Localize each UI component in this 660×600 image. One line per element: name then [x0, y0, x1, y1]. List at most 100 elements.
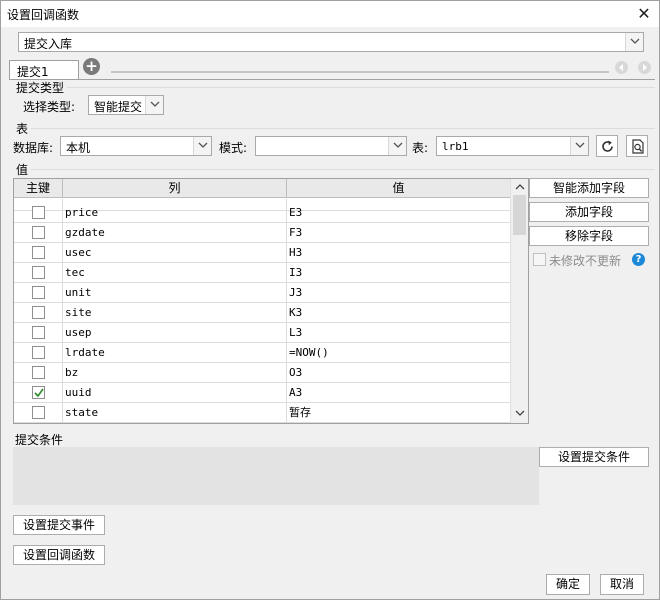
- column-name-cell[interactable]: state: [63, 403, 287, 423]
- column-name-cell[interactable]: tec: [63, 263, 287, 283]
- tab-submit-1[interactable]: 提交1: [9, 60, 79, 80]
- chevron-down-icon[interactable]: [388, 137, 406, 155]
- primary-key-checkbox[interactable]: [32, 366, 45, 379]
- column-value-cell[interactable]: E3: [287, 203, 510, 223]
- no-update-label: 未修改不更新: [549, 254, 622, 268]
- primary-key-checkbox[interactable]: [32, 246, 45, 259]
- table-row[interactable]: price E3: [14, 203, 510, 223]
- primary-key-cell: [14, 203, 63, 223]
- column-value-cell[interactable]: 暂存: [287, 403, 510, 423]
- tab-label: 提交1: [17, 65, 49, 79]
- column-name-cell[interactable]: usep: [63, 323, 287, 343]
- database-select[interactable]: 本机: [60, 136, 212, 156]
- scroll-up-icon[interactable]: [515, 183, 525, 190]
- chevron-down-icon[interactable]: [570, 137, 588, 155]
- column-value-cell[interactable]: O3: [287, 363, 510, 383]
- no-update-checkbox[interactable]: [533, 253, 546, 266]
- add-tab-icon[interactable]: +: [83, 58, 100, 75]
- table-row[interactable]: uuid A3: [14, 383, 510, 403]
- column-value-cell[interactable]: K3: [287, 303, 510, 323]
- submit-type-value: 智能提交: [94, 100, 143, 114]
- column-value-cell[interactable]: F3: [287, 223, 510, 243]
- table-select[interactable]: lrb1: [436, 136, 589, 156]
- set-callback-button[interactable]: 设置回调函数: [13, 545, 105, 565]
- column-header-column[interactable]: 列: [63, 179, 287, 198]
- callback-type-select[interactable]: 提交入库: [18, 32, 644, 52]
- column-header-value[interactable]: 值: [287, 179, 510, 198]
- table-section-label: 表: [16, 122, 29, 136]
- primary-key-checkbox[interactable]: [32, 306, 45, 319]
- submit-type-section-label: 提交类型: [16, 81, 65, 95]
- chevron-down-icon[interactable]: [193, 137, 211, 155]
- primary-key-checkbox[interactable]: [32, 226, 45, 239]
- table-scrollbar[interactable]: [510, 179, 528, 423]
- column-name-cell[interactable]: lrdate: [63, 343, 287, 363]
- column-name-cell[interactable]: bz: [63, 363, 287, 383]
- table-row[interactable]: gzdate F3: [14, 223, 510, 243]
- primary-key-checkbox[interactable]: [32, 266, 45, 279]
- column-name-cell[interactable]: gzdate: [63, 223, 287, 243]
- value-section-label: 值: [16, 163, 29, 177]
- remove-field-button[interactable]: 移除字段: [529, 226, 649, 246]
- column-value-cell[interactable]: =NOW(): [287, 343, 510, 363]
- primary-key-cell: [14, 363, 63, 383]
- table-row[interactable]: usep L3: [14, 323, 510, 343]
- primary-key-cell: [14, 223, 63, 243]
- tab-prev-icon[interactable]: [615, 61, 628, 74]
- submit-type-label: 选择类型:: [23, 100, 76, 114]
- chevron-down-icon[interactable]: [625, 33, 643, 51]
- add-field-button[interactable]: 添加字段: [529, 202, 649, 222]
- table-row[interactable]: usec H3: [14, 243, 510, 263]
- table-row[interactable]: tec I3: [14, 263, 510, 283]
- mode-select[interactable]: [255, 136, 407, 156]
- column-value-cell[interactable]: I3: [287, 263, 510, 283]
- primary-key-cell: [14, 343, 63, 363]
- primary-key-checkbox[interactable]: [32, 326, 45, 339]
- table-row[interactable]: state 暂存: [14, 403, 510, 423]
- column-header-key[interactable]: 主键: [14, 179, 63, 198]
- submit-type-select[interactable]: 智能提交: [88, 95, 164, 115]
- column-name-cell[interactable]: price: [63, 203, 287, 223]
- set-condition-button[interactable]: 设置提交条件: [539, 447, 649, 467]
- primary-key-checkbox[interactable]: [32, 346, 45, 359]
- primary-key-checkbox[interactable]: [32, 286, 45, 299]
- preview-icon[interactable]: [626, 135, 648, 157]
- close-icon[interactable]: ✕: [633, 3, 655, 25]
- column-name-cell[interactable]: unit: [63, 283, 287, 303]
- refresh-icon[interactable]: [596, 135, 618, 157]
- table-header: 主键 列 值: [14, 179, 510, 198]
- scroll-down-icon[interactable]: [515, 410, 525, 417]
- table-row[interactable]: bz O3: [14, 363, 510, 383]
- dialog: 设置回调函数 ✕ 提交入库 提交1 + 提交类型 选择类型: 智能提交 表 数据…: [0, 0, 660, 600]
- help-icon[interactable]: ?: [632, 253, 645, 266]
- column-value-cell[interactable]: A3: [287, 383, 510, 403]
- mode-label: 模式:: [219, 141, 248, 155]
- value-table: 主键 列 值 price E3 gzdate F3 usec H3 tec I3 unit J3 s…: [13, 178, 529, 424]
- primary-key-cell: [14, 243, 63, 263]
- column-value-cell[interactable]: L3: [287, 323, 510, 343]
- ok-button[interactable]: 确定: [546, 574, 590, 595]
- table-value: lrb1: [442, 140, 469, 153]
- chevron-down-icon[interactable]: [145, 96, 163, 114]
- primary-key-checkbox[interactable]: [32, 206, 45, 219]
- column-value-cell[interactable]: H3: [287, 243, 510, 263]
- column-name-cell[interactable]: usec: [63, 243, 287, 263]
- table-row[interactable]: site K3: [14, 303, 510, 323]
- scroll-thumb[interactable]: [513, 195, 526, 235]
- primary-key-checkbox[interactable]: [32, 386, 45, 399]
- cancel-button[interactable]: 取消: [600, 574, 644, 595]
- database-label: 数据库:: [13, 141, 54, 155]
- set-submit-event-button[interactable]: 设置提交事件: [13, 515, 105, 535]
- table-row[interactable]: unit J3: [14, 283, 510, 303]
- smart-add-field-button[interactable]: 智能添加字段: [529, 178, 649, 198]
- primary-key-cell: [14, 403, 63, 423]
- column-name-cell[interactable]: site: [63, 303, 287, 323]
- table-row[interactable]: lrdate =NOW(): [14, 343, 510, 363]
- column-value-cell[interactable]: J3: [287, 283, 510, 303]
- condition-area[interactable]: [13, 447, 539, 505]
- title-bar: 设置回调函数 ✕: [1, 1, 659, 27]
- column-name-cell[interactable]: uuid: [63, 383, 287, 403]
- primary-key-cell: [14, 323, 63, 343]
- primary-key-checkbox[interactable]: [32, 406, 45, 419]
- tab-next-icon[interactable]: [638, 61, 651, 74]
